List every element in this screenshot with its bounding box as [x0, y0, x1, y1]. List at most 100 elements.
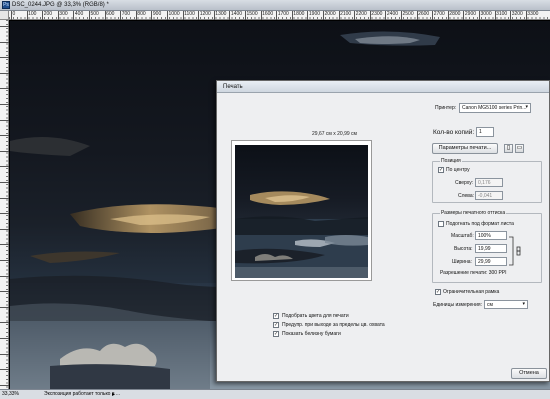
height-label: Высота:	[454, 246, 473, 252]
ruler-tick	[0, 244, 9, 246]
preview-sunset-photo	[235, 191, 368, 278]
width-input[interactable]: 29,99	[475, 257, 507, 266]
ruler-label: 700	[121, 11, 131, 17]
match-print-colors-checkbox[interactable]: ✓	[273, 313, 279, 319]
portrait-orientation-icon[interactable]: ▯	[504, 144, 513, 153]
print-resolution-text: Разрешение печати: 300 PPI	[440, 270, 507, 276]
height-input[interactable]: 19,99	[475, 244, 507, 253]
ruler-label: 600	[106, 11, 115, 17]
left-label: Слева:	[458, 193, 475, 199]
center-image-checkbox[interactable]: ✓	[438, 167, 444, 173]
match-print-colors-label: Подобрать цвета для печати	[282, 313, 349, 319]
print-preview[interactable]	[231, 140, 372, 281]
ruler-tick	[0, 104, 9, 105]
ruler-tick	[0, 182, 9, 183]
ruler-tick	[0, 72, 9, 74]
copies-label: Кол-во копий:	[433, 129, 475, 136]
ruler-label: 2400	[386, 11, 399, 17]
gamut-warning-label: Предупр. при выходе за пределы цв. охват…	[282, 322, 385, 328]
ruler-tick	[0, 291, 9, 293]
ruler-label: 3200	[511, 11, 523, 17]
ruler-label: 2200	[355, 11, 367, 17]
left-input[interactable]: -0,041	[475, 191, 503, 200]
ruler-label: 3000	[480, 11, 492, 17]
ruler-label: 2800	[449, 11, 461, 17]
ruler-label: 500	[90, 11, 99, 17]
ruler-tick	[0, 260, 9, 261]
ruler-label: 1300	[215, 11, 227, 17]
ruler-label: 100	[28, 11, 37, 17]
ruler-tick	[0, 213, 9, 215]
ruler-tick	[0, 275, 9, 277]
ruler-tick	[0, 119, 9, 121]
copies-input[interactable]: 1	[476, 127, 494, 137]
ruler-tick	[0, 228, 9, 230]
dialog-titlebar[interactable]: Печать	[217, 81, 549, 93]
ruler-label: 1600	[262, 11, 274, 17]
ruler-label: 2100	[340, 11, 352, 17]
document-tab[interactable]: Ps DSC_0244.JPG @ 33,3% (RGB/8) *	[0, 0, 550, 11]
bounding-box-checkbox[interactable]: ✓	[435, 289, 441, 295]
width-label: Ширина:	[452, 259, 472, 265]
ruler-label: 1500	[246, 11, 258, 17]
landscape-orientation-icon[interactable]: ▭	[515, 144, 524, 153]
ruler-tick	[0, 338, 9, 339]
ruler-tick	[0, 353, 9, 355]
top-input[interactable]: 0,176	[475, 178, 503, 187]
position-title: Позиция	[440, 158, 462, 164]
ruler-label: 1900	[308, 11, 321, 17]
center-image-label: По центру	[446, 167, 470, 173]
preview-size-label: 29,67 см x 20,99 см	[312, 131, 357, 137]
ruler-tick	[0, 166, 9, 168]
ruler-label: 0	[12, 11, 16, 17]
fit-to-media-checkbox[interactable]	[438, 221, 444, 227]
cancel-button[interactable]: Отмена	[511, 368, 547, 379]
ruler-label: 2300	[371, 11, 383, 17]
ruler-label: 900	[152, 11, 162, 17]
ruler-label: 1100	[184, 11, 195, 17]
chevron-down-icon: ▾	[525, 104, 528, 110]
ruler-tick	[0, 26, 9, 27]
ruler-label: 300	[59, 11, 68, 17]
ruler-tick	[0, 57, 9, 59]
printer-select[interactable]: Canon MG5100 series Prin... ▾	[459, 103, 531, 113]
link-proportions-icon[interactable]	[509, 236, 523, 266]
ruler-tick	[0, 88, 9, 90]
scale-input[interactable]: 100%	[475, 231, 507, 240]
status-info: Экспозиция работает только в ...	[44, 391, 121, 397]
ruler-label: 3100	[496, 11, 508, 17]
printer-value: Canon MG5100 series Prin...	[462, 105, 527, 111]
ruler-label: 2600	[418, 11, 430, 17]
ruler-label: 1200	[199, 11, 211, 17]
ruler-label: 3300	[527, 11, 539, 17]
horizontal-ruler[interactable]: 0 100 200 300 400 500 600 700 800 900 1000 1100 1200…	[9, 11, 550, 20]
status-menu-arrow-icon[interactable]: ▸	[112, 391, 115, 398]
scaled-size-title: Размеры печатного оттиска	[440, 210, 507, 216]
ruler-label: 1000	[168, 11, 180, 17]
ruler-origin[interactable]	[0, 11, 9, 20]
photoshop-document-icon: Ps	[2, 1, 10, 9]
ruler-tick	[0, 306, 9, 308]
units-select[interactable]: см ▾	[484, 300, 528, 309]
vertical-ruler[interactable]	[0, 20, 9, 389]
show-paper-white-checkbox[interactable]: ✓	[273, 331, 279, 337]
ruler-label: 2900	[464, 11, 477, 17]
chevron-down-icon: ▾	[522, 301, 525, 307]
ruler-tick	[0, 150, 9, 152]
ruler-label: 1700	[277, 11, 289, 17]
show-paper-white-label: Показать белизну бумаги	[282, 331, 341, 337]
ruler-label: 800	[137, 11, 146, 17]
ruler-label: 1800	[293, 11, 305, 17]
top-label: Сверху:	[455, 180, 474, 186]
ruler-tick	[0, 369, 9, 371]
ruler-label: 2000	[324, 11, 336, 17]
zoom-level[interactable]: 33,33%	[2, 391, 19, 397]
print-settings-button[interactable]: Параметры печати...	[432, 143, 498, 154]
ruler-label: 2500	[402, 11, 414, 17]
units-value: см	[487, 302, 493, 308]
fit-to-media-label: Подогнать под формат листа	[446, 221, 514, 227]
gamut-warning-checkbox[interactable]: ✓	[273, 322, 279, 328]
ruler-tick	[0, 135, 9, 137]
ruler-label: 200	[43, 11, 53, 17]
ruler-label: 400	[74, 11, 84, 17]
